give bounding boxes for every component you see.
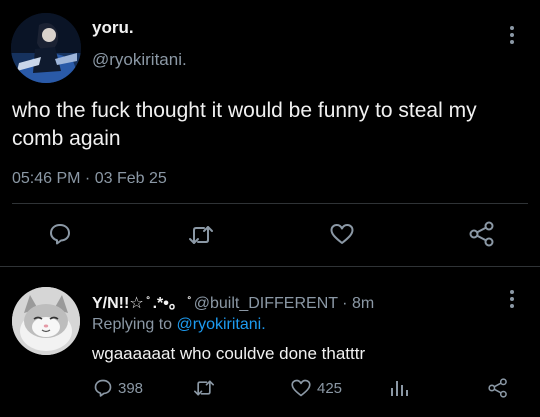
reply-author-handle-and-time[interactable]: @built_DIFFERENT · 8m: [194, 295, 374, 312]
reply-author-avatar[interactable]: [12, 287, 80, 355]
reply-icon[interactable]: [48, 222, 72, 246]
divider: [0, 266, 540, 267]
retweet-icon[interactable]: [188, 223, 214, 247]
replying-to-line: Replying to @ryokiritani.: [92, 316, 266, 334]
reply-count: 398: [118, 379, 144, 397]
more-options-icon[interactable]: [509, 26, 515, 48]
more-options-icon[interactable]: [509, 290, 515, 312]
reply-author-display-name[interactable]: Y/N!!☆ ̊ .*•。 ̊: [92, 295, 189, 312]
reply-retweet-button[interactable]: [193, 378, 220, 398]
reply-reply-button[interactable]: 398: [93, 378, 143, 398]
reply-share-button[interactable]: [487, 378, 514, 398]
reply-author-line[interactable]: Y/N!!☆ ̊ .*•。 ̊ @built_DIFFERENT · 8m: [92, 289, 374, 313]
like-icon: [291, 379, 311, 397]
reply-icon: [94, 379, 112, 397]
replying-to-mention[interactable]: @ryokiritani.: [177, 316, 266, 333]
replying-to-label: Replying to: [92, 316, 177, 333]
retweet-icon: [193, 380, 214, 396]
share-icon: [488, 378, 507, 398]
author-display-name[interactable]: yoru.: [92, 18, 134, 38]
like-count: 425: [317, 379, 343, 397]
reply-text: wgaaaaaat who couldve done thatttr: [92, 344, 366, 363]
divider: [12, 203, 528, 204]
reply-views-button[interactable]: [389, 378, 414, 398]
share-icon[interactable]: [468, 221, 496, 247]
views-chart-icon: [391, 381, 408, 396]
like-icon[interactable]: [329, 222, 355, 246]
tweet-timestamp[interactable]: 05:46 PM · 03 Feb 25: [12, 170, 167, 188]
reply-like-button[interactable]: 425: [290, 378, 342, 398]
author-handle[interactable]: @ryokiritani.: [92, 50, 187, 70]
tweet-text: who the fuck thought it would be funny t…: [12, 99, 477, 150]
author-avatar[interactable]: [11, 13, 81, 83]
